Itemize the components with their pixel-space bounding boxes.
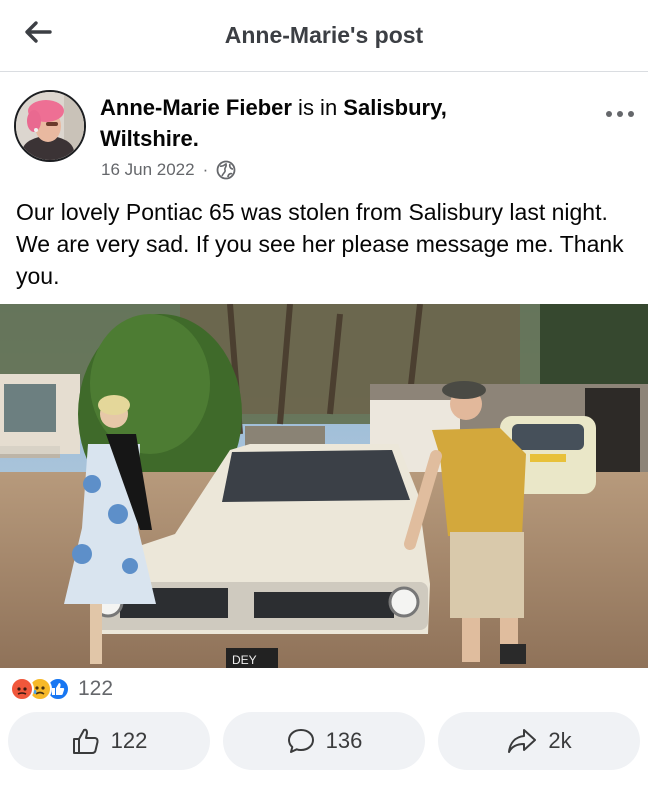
post-text: Our lovely Pontiac 65 was stolen from Sa…	[16, 199, 624, 289]
thumbs-up-icon	[72, 728, 99, 754]
post-actions: 122 136 2k	[0, 712, 648, 770]
comment-bubble-icon	[287, 729, 314, 753]
share-count: 2k	[548, 728, 572, 753]
post-photo[interactable]: DEY	[0, 304, 648, 668]
reactions-summary[interactable]: 122	[10, 676, 113, 702]
meta-separator: ·	[202, 160, 209, 179]
more-dot-icon	[628, 111, 634, 117]
comment-count: 136	[325, 728, 363, 753]
top-bar: Anne-Marie's post	[0, 0, 648, 72]
avatar[interactable]	[14, 90, 86, 162]
author-name[interactable]: Anne-Marie Fieber	[100, 95, 292, 120]
reaction-count: 122	[78, 677, 114, 700]
like-button[interactable]: 122	[8, 712, 210, 770]
like-count: 122	[110, 728, 148, 753]
globe-icon	[216, 160, 236, 180]
page-title: Anne-Marie's post	[224, 22, 424, 48]
angry-reaction-icon	[10, 677, 34, 701]
comment-button[interactable]: 136	[223, 712, 425, 770]
post-date[interactable]: 16 Jun 2022	[101, 160, 195, 180]
share-arrow-icon	[508, 729, 537, 753]
more-options-button[interactable]	[600, 104, 640, 124]
post-author-line: Anne-Marie Fieber is in Salisbury, Wilts…	[100, 92, 530, 154]
share-button[interactable]: 2k	[438, 712, 640, 770]
photo-scene: DEY	[0, 304, 648, 668]
author-connector: is in	[291, 95, 344, 120]
post-meta: 16 Jun 2022 ·	[101, 160, 236, 180]
more-dot-icon	[606, 111, 612, 117]
avatar-photo	[16, 92, 84, 160]
license-plate-text: DEY	[232, 653, 257, 667]
more-dot-icon	[617, 111, 623, 117]
